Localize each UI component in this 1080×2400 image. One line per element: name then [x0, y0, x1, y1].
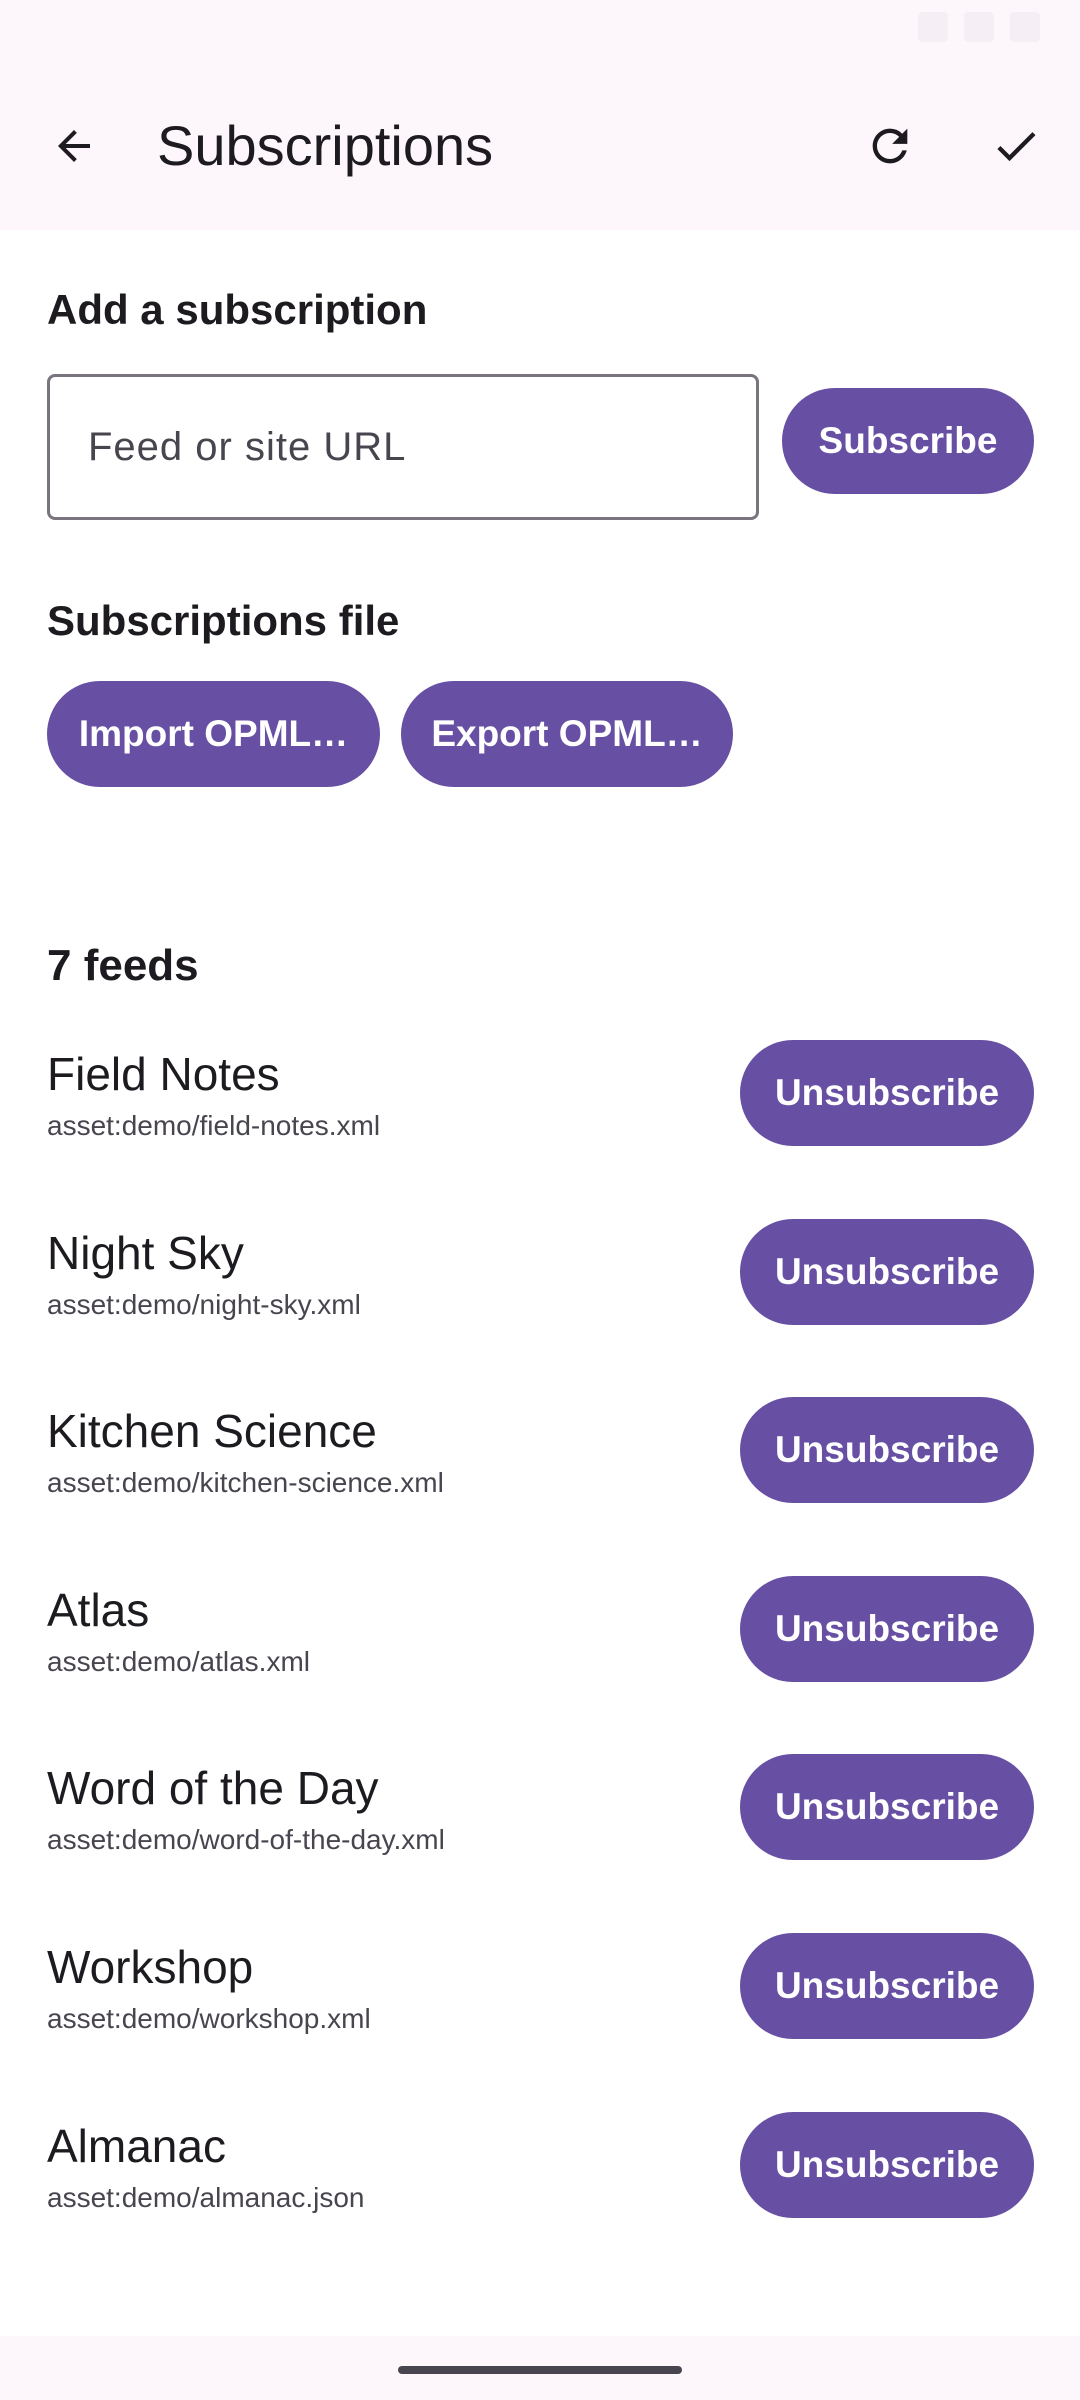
gesture-handle[interactable]	[398, 2366, 682, 2374]
feed-name: Word of the Day	[47, 1762, 379, 1815]
feed-row: Workshop asset:demo/workshop.xml Unsubsc…	[0, 1932, 1080, 2112]
refresh-icon	[872, 128, 908, 164]
feed-url: asset:demo/night-sky.xml	[47, 1288, 361, 1320]
unsubscribe-button[interactable]: Unsubscribe	[740, 1932, 1034, 2039]
feed-name: Almanac	[47, 2119, 226, 2172]
feed-row: Field Notes asset:demo/field-notes.xml U…	[0, 1040, 1080, 1219]
import-opml-button[interactable]: Import OPML…	[47, 681, 380, 787]
feed-name: Field Notes	[47, 1048, 280, 1100]
app-bar: Subscriptions	[0, 62, 1080, 230]
feed-url-input[interactable]	[47, 374, 759, 520]
feed-name: Kitchen Science	[47, 1405, 377, 1458]
check-icon	[997, 132, 1036, 162]
subscriptions-file-heading: Subscriptions file	[47, 597, 400, 644]
status-bar: 6:01	[0, 0, 1080, 62]
unsubscribe-button[interactable]: Unsubscribe	[740, 1397, 1034, 1504]
top-app-bar-area: 6:01 Subscriptions	[0, 0, 1080, 230]
feed-url: asset:demo/kitchen-science.xml	[47, 1467, 444, 1499]
feed-row: Almanac asset:demo/almanac.json Unsubscr…	[0, 2111, 1080, 2291]
unsubscribe-button[interactable]: Unsubscribe	[740, 1754, 1034, 1861]
wifi-icon	[918, 12, 948, 42]
feed-url: asset:demo/workshop.xml	[47, 2002, 371, 2034]
subscribe-button[interactable]: Subscribe	[782, 388, 1034, 494]
status-icons	[918, 12, 1040, 42]
page-title: Subscriptions	[157, 114, 494, 177]
feed-row: Atlas asset:demo/atlas.xml Unsubscribe	[0, 1575, 1080, 1755]
feed-url: asset:demo/field-notes.xml	[47, 1110, 381, 1141]
export-opml-button[interactable]: Export OPML…	[401, 681, 733, 787]
feed-url: asset:demo/almanac.json	[47, 2181, 365, 2213]
feed-row: Kitchen Science asset:demo/kitchen-scien…	[0, 1397, 1080, 1576]
refresh-button[interactable]	[842, 98, 938, 194]
feed-name: Night Sky	[47, 1226, 244, 1279]
feed-url: asset:demo/word-of-the-day.xml	[47, 1824, 445, 1856]
unsubscribe-button[interactable]: Unsubscribe	[740, 2111, 1034, 2218]
arrow-back-icon	[58, 130, 90, 162]
feed-row: Word of the Day asset:demo/word-of-the-d…	[0, 1754, 1080, 1933]
feed-name: Workshop	[47, 1940, 254, 1993]
feed-row: Night Sky asset:demo/night-sky.xml Unsub…	[0, 1218, 1080, 1398]
add-subscription-heading: Add a subscription	[47, 286, 428, 333]
feed-list: Field Notes asset:demo/field-notes.xml U…	[0, 1040, 1080, 2290]
feed-url: asset:demo/atlas.xml	[47, 1645, 310, 1677]
signal-icon	[964, 12, 994, 42]
navigation-bar	[0, 2336, 1080, 2400]
status-time: 6:01	[44, 12, 111, 50]
unsubscribe-button[interactable]: Unsubscribe	[740, 1218, 1034, 1325]
unsubscribe-button[interactable]: Unsubscribe	[740, 1040, 1034, 1146]
battery-icon	[1010, 12, 1040, 42]
feeds-count-heading: 7 feeds	[47, 941, 199, 990]
unsubscribe-button[interactable]: Unsubscribe	[740, 1575, 1034, 1682]
done-button[interactable]	[968, 98, 1064, 194]
back-button[interactable]	[26, 98, 122, 194]
feed-name: Atlas	[47, 1583, 150, 1636]
